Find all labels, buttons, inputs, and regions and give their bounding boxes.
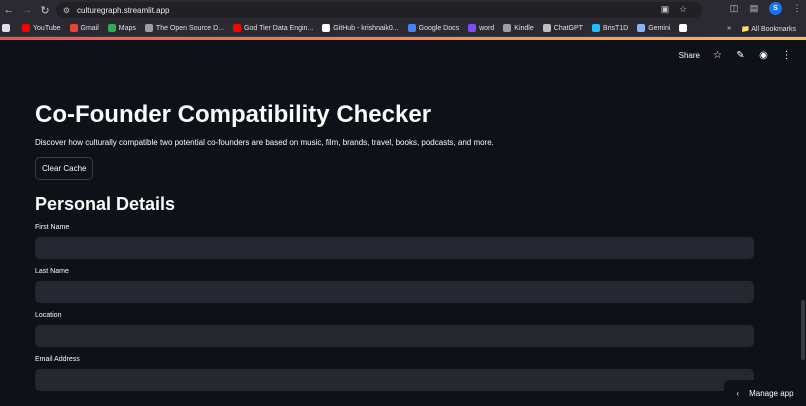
bookmark-item[interactable]: BrisT1D bbox=[591, 24, 629, 32]
bookmark-label: word bbox=[479, 24, 495, 32]
bookmark-item[interactable] bbox=[679, 24, 690, 32]
bookmark-item[interactable] bbox=[2, 24, 13, 32]
bookmark-item[interactable]: GitHub - krishnaik0... bbox=[322, 24, 399, 32]
bookmark-item[interactable]: The Open Source D... bbox=[144, 24, 225, 32]
side-panel-icon[interactable]: ▤ bbox=[749, 3, 759, 14]
gmail-icon bbox=[69, 24, 78, 32]
chevron-left-icon: ‹ bbox=[736, 388, 740, 398]
bookmark-label: The Open Source D... bbox=[155, 24, 225, 32]
docs-icon bbox=[407, 24, 416, 32]
bookmark-label: GitHub - krishnaik0... bbox=[333, 24, 399, 32]
scrollbar[interactable] bbox=[800, 40, 806, 406]
bookmark-label: Gmail bbox=[80, 24, 99, 32]
share-button[interactable]: Share bbox=[679, 51, 700, 60]
page-title: Co-Founder Compatibility Checker bbox=[35, 101, 432, 128]
last-name-group: Last Name bbox=[35, 268, 755, 303]
profile-avatar[interactable]: S bbox=[769, 2, 782, 15]
bookmark-label: ChatGPT bbox=[553, 24, 583, 32]
bookmark-label: BrisT1D bbox=[602, 24, 629, 32]
address-bar[interactable]: ⚙ culturegraph.streamlit.app bbox=[56, 2, 702, 18]
all-bookmarks-label: All Bookmarks bbox=[751, 25, 796, 33]
all-bookmarks-button[interactable]: 📁 All Bookmarks bbox=[741, 25, 796, 33]
bookmark-item[interactable]: Gmail bbox=[69, 24, 99, 32]
github-icon bbox=[322, 24, 331, 32]
back-icon[interactable]: ← bbox=[0, 1, 18, 19]
reload-icon[interactable]: ↻ bbox=[36, 1, 54, 19]
main-menu-icon[interactable]: ⋮ bbox=[781, 50, 792, 61]
first-name-input[interactable] bbox=[35, 237, 754, 259]
more-bookmarks-icon[interactable]: » bbox=[727, 25, 731, 32]
section-title: Personal Details bbox=[35, 194, 176, 214]
extensions-icon[interactable]: ◫ bbox=[729, 3, 739, 14]
location-label: Location bbox=[35, 312, 62, 319]
star-icon[interactable]: ☆ bbox=[712, 50, 723, 61]
scrollbar-thumb[interactable] bbox=[801, 300, 805, 360]
bookmark-label: YouTube bbox=[33, 24, 61, 32]
kindle-icon bbox=[503, 24, 512, 32]
bookmark-label: Maps bbox=[118, 24, 136, 32]
browser-toolbar: ← → ↻ ⚙ culturegraph.streamlit.app ▣ ☆ ◫… bbox=[0, 0, 806, 20]
maps-icon bbox=[107, 24, 116, 32]
gemini-icon bbox=[637, 24, 646, 32]
bookmark-label: God Tier Data Engin... bbox=[244, 24, 314, 32]
email-label: Email Address bbox=[35, 356, 80, 363]
main-content: Co-Founder Compatibility Checker Discove… bbox=[35, 100, 755, 391]
youtube-icon bbox=[22, 24, 30, 32]
install-app-icon[interactable]: ▣ bbox=[660, 4, 670, 14]
menu-kebab-icon[interactable]: ⋮ bbox=[792, 3, 802, 14]
bookmarks-bar-right: » 📁 All Bookmarks bbox=[727, 20, 796, 37]
chatgpt-icon bbox=[542, 24, 551, 32]
bookmark-item[interactable]: Gemini bbox=[637, 24, 670, 32]
bookmarks-bar: YouTube Gmail Maps The Open Source D... God … bbox=[0, 20, 806, 37]
word-icon bbox=[468, 24, 477, 32]
github-icon bbox=[679, 24, 688, 32]
manage-app-label: Manage app bbox=[749, 388, 794, 398]
youtube-icon bbox=[233, 24, 242, 32]
github-icon[interactable]: ◉ bbox=[758, 50, 769, 61]
location-group: Location bbox=[35, 312, 755, 347]
bookmark-item[interactable]: word bbox=[468, 24, 494, 32]
last-name-label: Last Name bbox=[35, 268, 69, 275]
site-info-icon[interactable]: ⚙ bbox=[62, 6, 71, 15]
bookmark-label: Google Docs bbox=[418, 24, 460, 32]
bookmark-item[interactable]: Google Docs bbox=[407, 24, 460, 32]
bookmark-item[interactable]: God Tier Data Engin... bbox=[233, 24, 313, 32]
page-description: Discover how culturally compatible two p… bbox=[35, 138, 494, 147]
first-name-group: First Name bbox=[35, 224, 755, 259]
gmail-logo-icon bbox=[2, 24, 10, 32]
bookmark-star-icon[interactable]: ☆ bbox=[678, 4, 688, 14]
bookmark-label: Kindle bbox=[514, 24, 534, 32]
bookmark-label: Gemini bbox=[648, 24, 671, 32]
email-input[interactable] bbox=[35, 369, 754, 391]
bookmark-item[interactable]: Kindle bbox=[503, 24, 534, 32]
email-group: Email Address bbox=[35, 356, 755, 391]
forward-icon[interactable]: → bbox=[18, 1, 36, 19]
edit-pencil-icon[interactable]: ✎ bbox=[735, 50, 746, 61]
brist1d-icon bbox=[591, 24, 600, 32]
bookmark-item[interactable]: Maps bbox=[107, 24, 136, 32]
open-source-icon bbox=[144, 24, 153, 32]
manage-app-button[interactable]: ‹ Manage app bbox=[724, 380, 806, 406]
bookmark-item[interactable]: ChatGPT bbox=[542, 24, 583, 32]
last-name-input[interactable] bbox=[35, 281, 754, 303]
url-text: culturegraph.streamlit.app bbox=[77, 5, 170, 15]
first-name-label: First Name bbox=[35, 224, 70, 231]
clear-cache-button[interactable]: Clear Cache bbox=[35, 157, 94, 180]
location-input[interactable] bbox=[35, 325, 754, 347]
bookmark-item[interactable]: YouTube bbox=[22, 24, 61, 32]
app-header: Share ☆ ✎ ◉ ⋮ bbox=[0, 40, 806, 70]
